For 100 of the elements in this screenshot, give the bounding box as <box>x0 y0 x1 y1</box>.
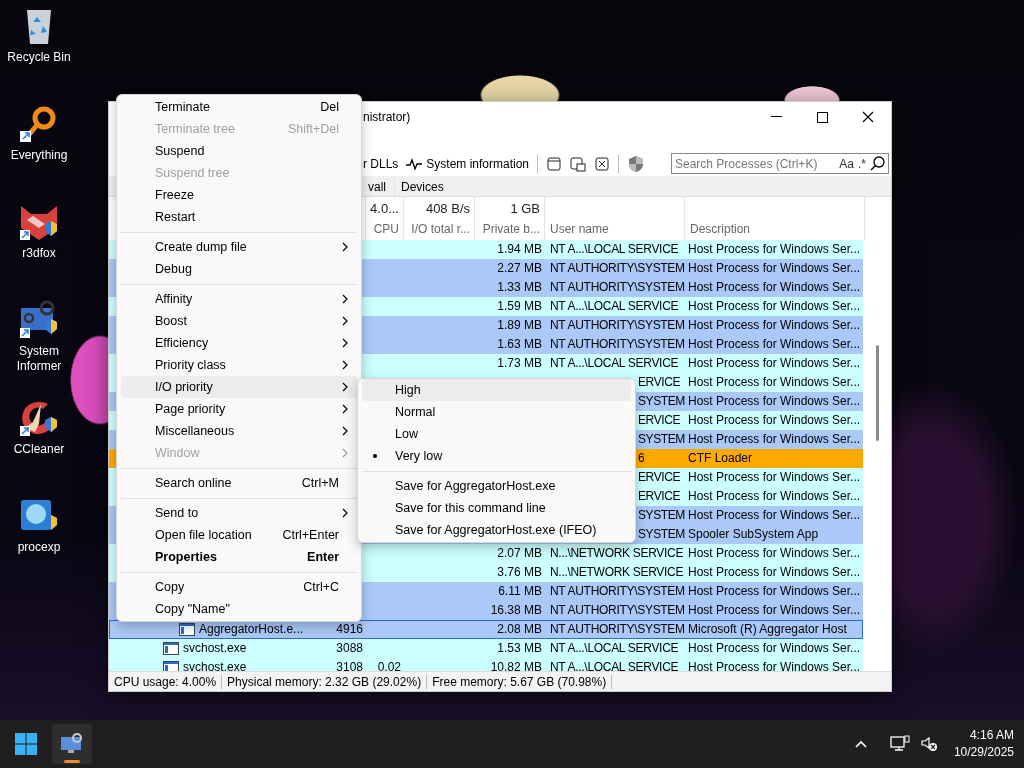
private-bytes-cell-text: 1.89 MB <box>496 317 543 334</box>
menu-item[interactable]: Copy "Name" <box>121 598 357 620</box>
desktop-icon-label[interactable]: procexp <box>1 540 77 555</box>
menu-item[interactable]: Search online Ctrl+M <box>121 472 357 494</box>
private-bytes-cell-text: 6.11 MB <box>497 583 543 600</box>
column-header[interactable]: Private b... <box>482 222 540 236</box>
description-cell-text: Host Process for Windows Ser... <box>687 488 862 505</box>
menu-item[interactable]: Miscellaneous <box>121 420 357 442</box>
description-cell-text: Microsoft (R) Aggregator Host <box>687 621 848 638</box>
menu-item[interactable]: Save for this command line <box>362 497 631 519</box>
menu-item[interactable]: Restart <box>121 206 357 228</box>
description-cell-text: Host Process for Windows Ser... <box>687 260 862 277</box>
chevron-up-icon[interactable] <box>853 739 868 749</box>
description-cell-text: Host Process for Windows Ser... <box>687 317 862 334</box>
toolbar-button[interactable]: r DLLs <box>363 156 399 171</box>
close-window-icon[interactable] <box>594 155 611 172</box>
menu-item[interactable]: Send to <box>121 502 357 524</box>
process-row[interactable]: svchost.exe 3108 0.02 10.82 MB NT A...\LOCAL SERVICE Host Process for Windows Ser... <box>109 658 864 671</box>
menu-item[interactable]: Page priority <box>121 398 357 420</box>
desktop-icon-label[interactable]: r3dfox <box>1 246 77 261</box>
user-name-cell-text: SYSTEM <box>638 393 685 410</box>
menu-item[interactable]: Suspend <box>121 140 357 162</box>
description-cell-text: Host Process for Windows Ser... <box>687 412 862 429</box>
column-header[interactable]: CPU <box>373 222 399 236</box>
taskbar-app-button[interactable] <box>52 724 92 764</box>
column-header[interactable]: Description <box>690 222 751 236</box>
desktop-icon-label[interactable]: System Informer <box>1 344 77 374</box>
speaker-muted-icon[interactable] <box>919 735 938 753</box>
user-name-cell-text: ERVICE <box>638 374 682 391</box>
user-name-cell-text: NT A...\LOCAL SERVICE <box>549 298 680 315</box>
search-icon[interactable] <box>870 156 885 171</box>
pid-cell-text: 3108 <box>335 659 364 671</box>
user-name-cell-text: NT A...\LOCAL SERVICE <box>549 640 680 657</box>
private-bytes-cell-text: 1.53 MB <box>496 640 543 657</box>
tab[interactable]: Devices <box>394 178 450 196</box>
process-row[interactable]: AggregatorHost.e... 4916 2.08 MB NT AUTHORITY\SYSTEM Microsoft (R) Aggregator Host <box>109 620 864 639</box>
user-name-cell-text: ERVICE <box>638 488 682 505</box>
process-row[interactable]: svchost.exe 3088 1.53 MB NT A...\LOCAL SERVICE Host Process for Windows Ser... <box>109 639 864 658</box>
menu-item[interactable]: Priority class <box>121 354 357 376</box>
menu-item[interactable]: Normal <box>362 401 631 423</box>
private-bytes-cell-text: 1.73 MB <box>496 355 543 372</box>
column-total: 1 GB <box>510 201 540 216</box>
menu-item[interactable]: Save for AggregatorHost.exe <box>362 475 631 497</box>
description-cell-text: Host Process for Windows Ser... <box>687 602 862 619</box>
user-name-cell-text: NT A...\LOCAL SERVICE <box>549 355 680 372</box>
monitor-gears-icon <box>60 733 84 755</box>
column-total: 4.0... <box>370 201 399 216</box>
toolbar-button[interactable]: System information <box>406 156 530 171</box>
private-bytes-cell-text: 10.82 MB <box>489 659 543 671</box>
menu-item[interactable]: Terminate Del <box>121 96 357 118</box>
private-bytes-cell-text: 1.94 MB <box>496 241 543 258</box>
regex-button[interactable]: .* <box>858 156 866 171</box>
private-bytes-cell-text: 3.76 MB <box>496 564 543 581</box>
menu-item[interactable]: Freeze <box>121 184 357 206</box>
description-cell-text: Host Process for Windows Ser... <box>687 241 862 258</box>
shield-icon[interactable] <box>627 154 646 173</box>
status-text: Physical memory: 2.32 GB (29.02%) <box>222 674 428 689</box>
menu-item[interactable]: I/O priority <box>121 376 357 398</box>
description-cell-text: Host Process for Windows Ser... <box>687 393 862 410</box>
menu-item[interactable]: Low <box>362 423 631 445</box>
menu-item[interactable]: Save for AggregatorHost.exe (IFEO) <box>362 519 631 541</box>
column-header[interactable]: User name <box>550 222 609 236</box>
user-name-cell-text: NT AUTHORITY\SYSTEM <box>549 583 685 600</box>
menu-item[interactable]: Debug <box>121 258 357 280</box>
user-name-cell-text: SYSTEM <box>638 431 685 448</box>
pid-cell-text: 3088 <box>335 640 364 657</box>
user-name-cell-text: ERVICE <box>638 412 682 429</box>
network-monitor-icon[interactable] <box>889 735 910 753</box>
monitor-gears-icon <box>19 300 59 340</box>
private-bytes-cell-text: 1.63 MB <box>496 336 543 353</box>
process-name: svchost.exe <box>183 640 247 657</box>
search-field[interactable]: Search Processes (Ctrl+K) Aa .* <box>671 153 889 174</box>
user-name-cell-text: SYSTEM <box>638 526 685 543</box>
column-header[interactable]: I/O total r... <box>411 222 470 236</box>
scrollbar-thumb[interactable] <box>875 345 879 441</box>
match-case-button[interactable]: Aa <box>839 156 854 171</box>
status-text: CPU usage: 4.00% <box>109 674 223 689</box>
private-bytes-cell-text: 16.38 MB <box>489 602 543 619</box>
description-cell-text: Host Process for Windows Ser... <box>687 545 862 562</box>
private-bytes-cell-text: 2.27 MB <box>496 260 543 277</box>
desktop-icon-label[interactable]: CCleaner <box>1 442 77 457</box>
menu-item[interactable]: Open file location Ctrl+Enter <box>121 524 357 546</box>
menu-item[interactable]: Very low <box>362 445 631 467</box>
window-title: nistrator) <box>363 110 412 124</box>
menu-item[interactable]: High <box>362 379 631 401</box>
clock-date[interactable]: 10/29/2025 <box>953 744 1014 761</box>
description-cell-text: Host Process for Windows Ser... <box>687 336 862 353</box>
window-icon[interactable] <box>546 155 563 172</box>
user-name-cell-text: N...\NETWORK SERVICE <box>549 564 685 581</box>
desktop-icon-label[interactable]: Everything <box>1 148 77 163</box>
description-cell-text: Host Process for Windows Ser... <box>687 374 862 391</box>
user-name-cell-text: NT A...\LOCAL SERVICE <box>549 241 680 258</box>
clock-time[interactable]: 4:16 AM <box>969 727 1014 744</box>
pulse-icon <box>406 157 423 170</box>
menu-item[interactable]: Efficiency <box>121 332 357 354</box>
desktop-icon-label[interactable]: Recycle Bin <box>1 50 77 65</box>
windows-icon[interactable] <box>570 155 587 172</box>
user-name-cell-text: NT AUTHORITY\SYSTEM <box>549 621 685 638</box>
private-bytes-cell-text: 2.08 MB <box>496 621 543 638</box>
description-cell-text: Host Process for Windows Ser... <box>687 583 862 600</box>
